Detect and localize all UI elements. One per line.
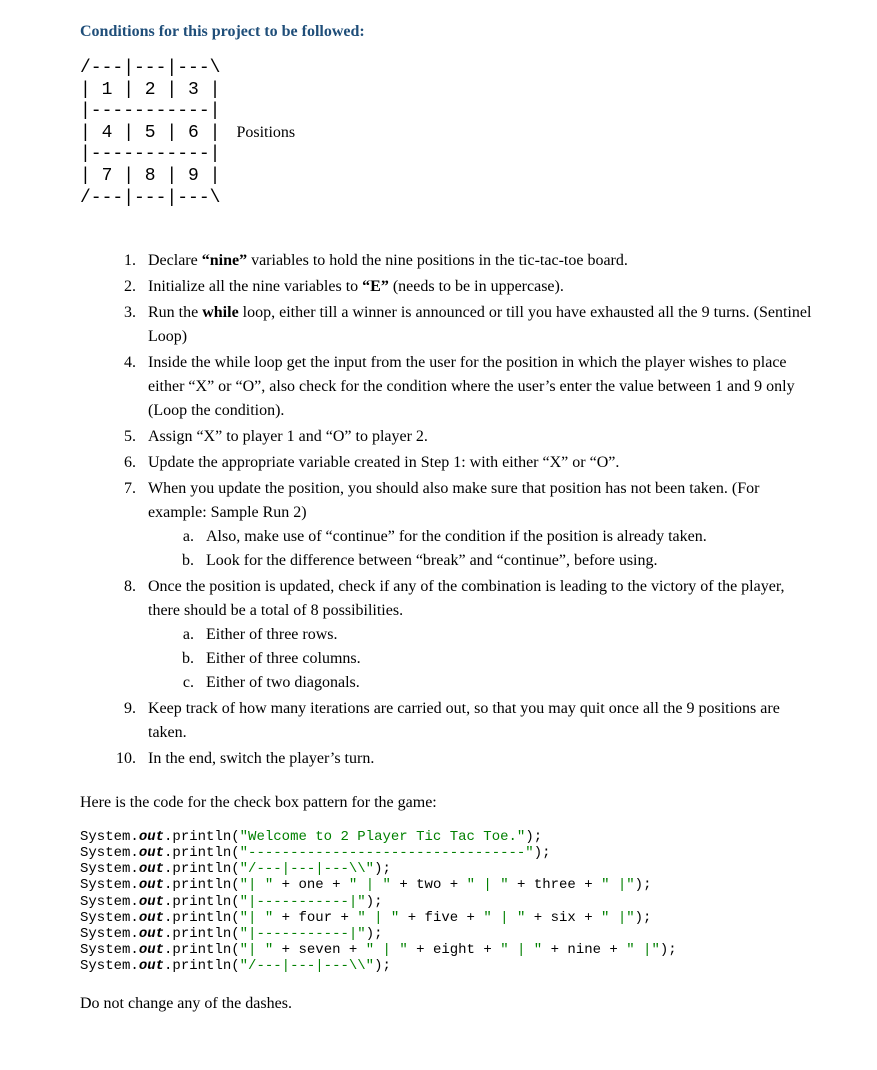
list-item: Either of three rows. [198, 623, 817, 647]
list-item: Update the appropriate variable created … [140, 451, 817, 475]
footer-note: Do not change any of the dashes. [80, 992, 817, 1016]
bold-text: “E” [362, 278, 389, 295]
instructions-list: Declare “nine” variables to hold the nin… [120, 249, 817, 771]
tictactoe-board-ascii: /---|---|---\ | 1 | 2 | 3 | |-----------… [80, 58, 817, 209]
list-item: Keep track of how many iterations are ca… [140, 697, 817, 745]
list-item: Assign “X” to player 1 and “O” to player… [140, 425, 817, 449]
list-item: Initialize all the nine variables to “E”… [140, 275, 817, 299]
board-line: /---|---|---\ [80, 58, 220, 78]
section-heading: Conditions for this project to be follow… [80, 20, 817, 44]
bold-text: “nine” [202, 252, 247, 269]
board-line: | 4 | 5 | 6 | [80, 123, 220, 143]
list-item: Once the position is updated, check if a… [140, 575, 817, 695]
board-line: | 1 | 2 | 3 | [80, 80, 220, 100]
board-line: | 7 | 8 | 9 | [80, 166, 220, 186]
list-item: Inside the while loop get the input from… [140, 351, 817, 423]
list-item: Run the while loop, either till a winner… [140, 301, 817, 349]
bold-text: while [202, 304, 238, 321]
java-code-block: System.out.println("Welcome to 2 Player … [80, 829, 817, 974]
list-item: When you update the position, you should… [140, 477, 817, 573]
board-line: /---|---|---\ [80, 188, 220, 208]
board-line: |-----------| [80, 101, 220, 121]
sub-list: Also, make use of “continue” for the con… [178, 525, 817, 573]
list-item: Also, make use of “continue” for the con… [198, 525, 817, 549]
list-item: Look for the difference between “break” … [198, 549, 817, 573]
list-item: Either of two diagonals. [198, 671, 817, 695]
code-intro-paragraph: Here is the code for the check box patte… [80, 791, 817, 815]
sub-list: Either of three rows. Either of three co… [178, 623, 817, 695]
list-item: Either of three columns. [198, 647, 817, 671]
list-item: Declare “nine” variables to hold the nin… [140, 249, 817, 273]
list-item: In the end, switch the player’s turn. [140, 747, 817, 771]
board-line: |-----------| [80, 144, 220, 164]
positions-label: Positions [228, 124, 295, 141]
